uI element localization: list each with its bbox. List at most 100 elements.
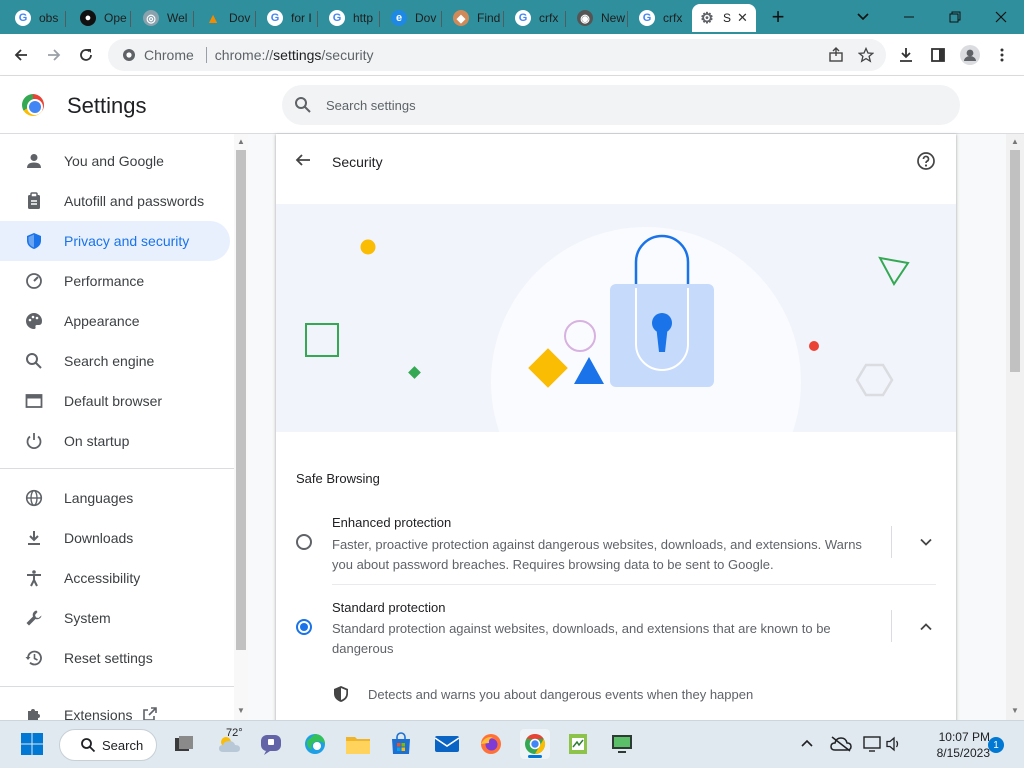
sidebar-item-downloads[interactable]: Downloads (0, 518, 230, 558)
download-icon (24, 528, 44, 548)
browser-tab[interactable]: ● Ope (73, 4, 131, 32)
start-button[interactable] (17, 729, 47, 759)
search-input[interactable] (326, 97, 926, 113)
sidebar-item-autofill[interactable]: Autofill and passwords (0, 181, 230, 221)
standard-protection-row[interactable]: Standard protection Standard protection … (276, 586, 956, 668)
search-box[interactable] (282, 85, 960, 125)
network-icon (863, 736, 881, 752)
sidebar-item-privacy[interactable]: Privacy and security (0, 221, 230, 261)
sidebar-item-appearance[interactable]: Appearance (0, 301, 230, 341)
browser-tab[interactable]: ◎ Wel (136, 4, 194, 32)
sidebar-item-label: Default browser (64, 393, 163, 409)
collapse-button[interactable] (919, 620, 933, 639)
sidebar-item-system[interactable]: System (0, 598, 230, 638)
browser-tab[interactable]: G http (322, 4, 380, 32)
tab-title: crfx (539, 11, 559, 25)
browser-tab[interactable]: e Dov (384, 4, 442, 32)
task-view-button[interactable] (169, 729, 199, 759)
notification-badge[interactable]: 1 (988, 737, 1004, 753)
sidebar-item-search-engine[interactable]: Search engine (0, 341, 230, 381)
minimize-button[interactable] (886, 0, 932, 34)
scroll-up-icon[interactable]: ▲ (237, 137, 245, 146)
terminal-app-button[interactable] (607, 729, 637, 759)
detail-row: Detects and warns you about dangerous ev… (332, 684, 932, 704)
back-arrow-button[interactable] (294, 151, 314, 171)
weather-widget[interactable]: 72° (212, 727, 248, 759)
reload-button[interactable] (73, 42, 99, 68)
tab-search-button[interactable] (840, 0, 886, 34)
sidebar-item-default-browser[interactable]: Default browser (0, 381, 230, 421)
google-g-icon: G (15, 10, 31, 26)
store-button[interactable] (386, 729, 416, 759)
browser-tab[interactable]: G crfx (508, 4, 566, 32)
arrow-right-icon (48, 49, 61, 61)
github-icon: ● (80, 10, 96, 26)
share-icon[interactable] (828, 47, 844, 66)
sidebar-item-label: Privacy and security (64, 233, 190, 249)
forward-button[interactable] (41, 42, 67, 68)
scrollbar-thumb[interactable] (236, 150, 246, 650)
active-tab[interactable]: ⚙ S ✕ (692, 4, 756, 32)
sidebar-item-label: Autofill and passwords (64, 193, 205, 209)
sidebar-item-on-startup[interactable]: On startup (0, 421, 230, 461)
globe-icon (24, 488, 44, 508)
tab-title: http (353, 11, 374, 25)
edge-button[interactable] (300, 729, 330, 759)
arrow-left-icon (295, 154, 310, 166)
taskbar-search[interactable]: Search (59, 729, 157, 761)
google-g-icon: G (639, 10, 655, 26)
enhanced-protection-radio[interactable] (296, 534, 312, 550)
taskbar-search-label: Search (102, 737, 144, 753)
menu-button[interactable] (989, 42, 1015, 68)
sidebar-item-you-and-google[interactable]: You and Google (0, 141, 230, 181)
scrollbar-thumb[interactable] (1010, 150, 1020, 372)
close-tab-icon[interactable]: ✕ (737, 10, 748, 26)
close-window-button[interactable] (978, 0, 1024, 34)
sidebar-item-label: Extensions (64, 707, 133, 720)
page-scrollbar[interactable]: ▲ ▼ (1006, 134, 1024, 720)
sidebar-item-reset[interactable]: Reset settings (0, 638, 230, 678)
file-explorer-button[interactable] (343, 729, 373, 759)
network-button[interactable] (860, 729, 884, 759)
scroll-down-icon[interactable]: ▼ (1011, 706, 1019, 715)
address-bar[interactable]: Chrome chrome://settings/security (108, 39, 886, 71)
site-info[interactable]: Chrome (122, 47, 194, 63)
sidebar-scrollbar[interactable]: ▲ ▼ (234, 134, 248, 720)
url-text: chrome://settings/security (215, 47, 374, 63)
volume-button[interactable] (882, 729, 906, 759)
sidebar-item-performance[interactable]: Performance (0, 261, 230, 301)
browser-tab[interactable]: G for I (260, 4, 318, 32)
expand-button[interactable] (919, 535, 933, 554)
downloads-button[interactable] (893, 42, 919, 68)
new-tab-button[interactable]: + (765, 4, 791, 30)
enhanced-protection-row[interactable]: Enhanced protection Faster, proactive pr… (276, 502, 956, 584)
browser-tab[interactable]: G obs (8, 4, 66, 32)
help-button[interactable] (916, 151, 936, 176)
clock[interactable]: 10:07 PM 8/15/2023 (910, 729, 990, 761)
mail-button[interactable] (432, 729, 462, 759)
side-panel-button[interactable] (925, 42, 951, 68)
scroll-down-icon[interactable]: ▼ (237, 706, 245, 715)
chrome-taskbar-button[interactable] (520, 729, 550, 759)
sidebar-item-extensions[interactable]: Extensions (0, 695, 230, 720)
standard-protection-radio[interactable] (296, 619, 312, 635)
scroll-up-icon[interactable]: ▲ (1011, 137, 1019, 146)
back-button[interactable] (8, 42, 34, 68)
profile-button[interactable] (957, 42, 983, 68)
wrench-icon (24, 608, 44, 628)
restore-button[interactable] (932, 0, 978, 34)
sidebar-item-languages[interactable]: Languages (0, 478, 230, 518)
teams-chat-button[interactable] (256, 729, 286, 759)
bookmark-star-icon[interactable] (857, 46, 875, 66)
more-vert-icon (1000, 48, 1004, 62)
browser-tab[interactable]: G crfx (632, 4, 690, 32)
notepad-app-button[interactable] (563, 729, 593, 759)
onedrive-button[interactable] (828, 729, 854, 759)
task-view-icon (175, 736, 193, 751)
firefox-button[interactable] (476, 729, 506, 759)
browser-tab[interactable]: ◉ New (570, 4, 628, 32)
tray-overflow-button[interactable] (795, 729, 819, 759)
sidebar-item-accessibility[interactable]: Accessibility (0, 558, 230, 598)
browser-tab[interactable]: ▲ Dov (198, 4, 256, 32)
browser-tab[interactable]: ◆ Find (446, 4, 504, 32)
